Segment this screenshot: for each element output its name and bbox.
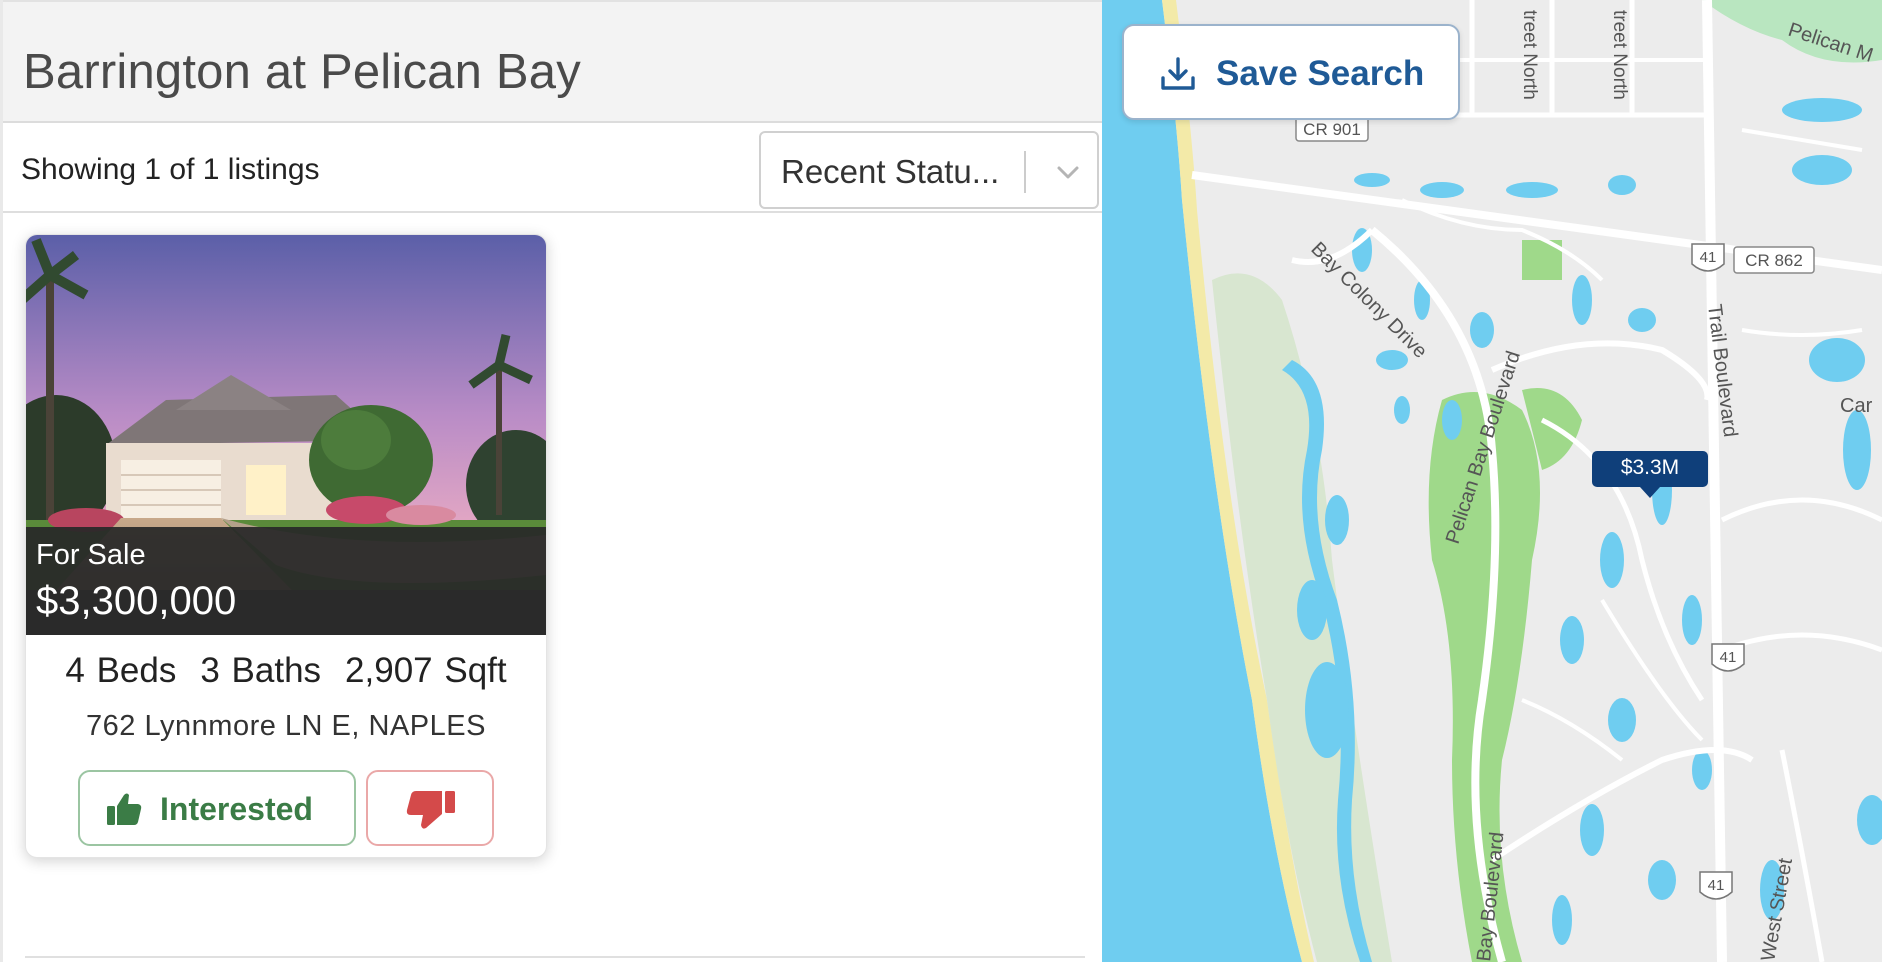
listings-toolbar: Showing 1 of 1 listings Recent Statu... bbox=[3, 123, 1103, 213]
listing-address: 762 Lynnmore LN E, NAPLES bbox=[86, 710, 486, 742]
save-search-button[interactable]: Save Search bbox=[1122, 24, 1460, 120]
interested-button-label: Interested bbox=[160, 791, 313, 827]
sort-select[interactable]: Recent Statu... bbox=[759, 131, 1099, 209]
thumbs-down-icon bbox=[406, 791, 455, 829]
road-label-cr862: CR 862 bbox=[1745, 251, 1803, 270]
sort-select-divider bbox=[1024, 151, 1026, 193]
listing-beds: 4 Beds bbox=[65, 651, 177, 690]
listings-panel: Barrington at Pelican Bay Showing 1 of 1… bbox=[0, 0, 1105, 962]
download-icon bbox=[1161, 57, 1195, 90]
thumbs-up-icon bbox=[107, 793, 142, 825]
chevron-down-icon[interactable] bbox=[1051, 155, 1085, 189]
street-label-north-1: treet North bbox=[1519, 10, 1540, 100]
listing-stats: 4 Beds 3 Baths 2,907 Sqft bbox=[26, 651, 546, 691]
road-label-cr901: CR 901 bbox=[1303, 120, 1361, 139]
map-price-marker-label: $3.3M bbox=[1620, 456, 1680, 479]
us-route-41-label-top: 41 bbox=[1700, 249, 1717, 266]
page-title: Barrington at Pelican Bay bbox=[23, 45, 581, 99]
map-canvas[interactable]: CR 901 CR 862 41 41 41 Bay Colony Drive … bbox=[1102, 0, 1882, 962]
us-route-41-label-bottom: 41 bbox=[1708, 877, 1725, 894]
map-view[interactable]: CR 901 CR 862 41 41 41 Bay Colony Drive … bbox=[1102, 0, 1882, 962]
map-price-marker-pointer bbox=[1640, 487, 1660, 498]
listing-card[interactable]: For Sale $3,300,000 4 Beds 3 Baths 2,907 S… bbox=[25, 234, 547, 858]
page-header: Barrington at Pelican Bay bbox=[3, 0, 1105, 123]
list-bottom-divider bbox=[25, 956, 1085, 958]
listing-sqft: 2,907 Sqft bbox=[345, 651, 507, 690]
listing-price-overlay: For Sale $3,300,000 bbox=[26, 527, 546, 635]
listing-baths: 3 Baths bbox=[200, 651, 322, 690]
listing-price: $3,300,000 bbox=[36, 579, 237, 623]
street-label-north-2: treet North bbox=[1609, 10, 1630, 100]
not-interested-button[interactable] bbox=[366, 770, 494, 846]
map-price-marker[interactable]: $3.3M bbox=[1592, 451, 1708, 498]
place-label-car: Car bbox=[1840, 395, 1873, 417]
us-route-41-label-mid: 41 bbox=[1720, 649, 1737, 666]
interested-button[interactable]: Interested bbox=[78, 770, 356, 846]
listings-count: Showing 1 of 1 listings bbox=[21, 153, 320, 186]
sort-select-value: Recent Statu... bbox=[781, 153, 1000, 190]
listing-status: For Sale bbox=[36, 539, 146, 571]
save-search-label: Save Search bbox=[1216, 54, 1425, 93]
